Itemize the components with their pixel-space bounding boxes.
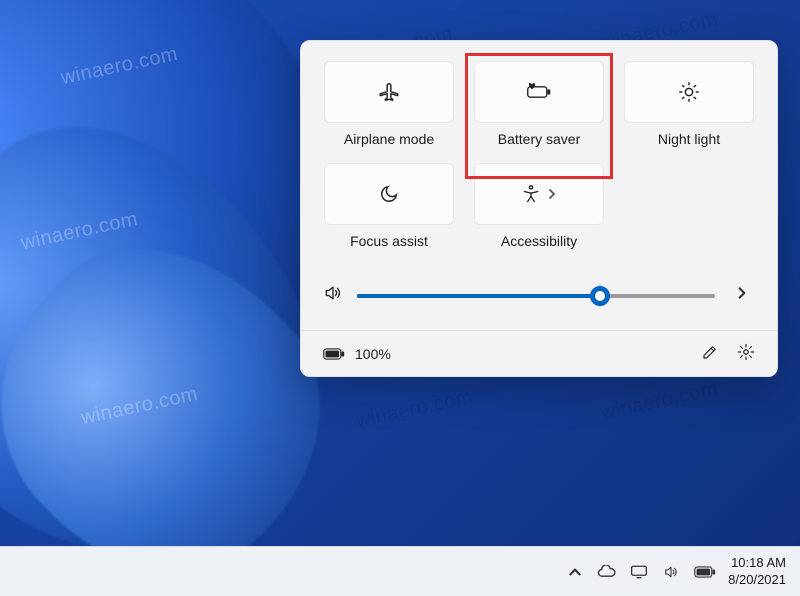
night-light-toggle[interactable]	[624, 61, 754, 123]
pencil-icon	[701, 343, 719, 361]
airplane-mode-toggle[interactable]	[324, 61, 454, 123]
volume-flyout-button[interactable]	[729, 286, 755, 305]
cloud-icon	[596, 565, 616, 579]
watermark: winaero.com	[599, 378, 720, 425]
volume-slider[interactable]	[357, 286, 715, 306]
monitor-icon	[630, 564, 648, 580]
battery-tray-icon[interactable]	[694, 565, 716, 579]
clock-time: 10:18 AM	[728, 555, 786, 571]
onedrive-tray-icon[interactable]	[596, 565, 616, 579]
chevron-up-icon	[568, 565, 582, 579]
airplane-icon	[378, 81, 400, 103]
speaker-icon[interactable]	[323, 283, 343, 308]
chevron-right-icon	[547, 188, 557, 200]
system-tray	[568, 564, 716, 580]
tile-label: Night light	[658, 131, 720, 147]
volume-tray-icon[interactable]	[662, 564, 680, 580]
edit-quick-settings-button[interactable]	[701, 343, 719, 364]
tile-night-light: Night light	[623, 61, 755, 147]
focus-assist-toggle[interactable]	[324, 163, 454, 225]
quick-settings-grid: Airplane mode Battery saver	[323, 61, 755, 249]
slider-fill	[357, 294, 600, 298]
tile-label: Accessibility	[501, 233, 577, 249]
focus-assist-icon	[378, 183, 400, 205]
battery-icon	[323, 347, 345, 361]
tile-focus-assist: Focus assist	[323, 163, 455, 249]
taskbar: 10:18 AM 8/20/2021	[0, 546, 800, 596]
quick-settings-panel: Airplane mode Battery saver	[300, 40, 778, 377]
tile-airplane-mode: Airplane mode	[323, 61, 455, 147]
slider-thumb[interactable]	[590, 286, 610, 306]
open-settings-button[interactable]	[737, 343, 755, 364]
tile-battery-saver: Battery saver	[473, 61, 605, 147]
speaker-icon	[662, 564, 680, 580]
battery-saver-icon	[526, 82, 552, 102]
battery-percent: 100%	[355, 346, 391, 362]
watermark: winaero.com	[354, 386, 475, 433]
volume-row	[323, 283, 755, 308]
tile-label: Focus assist	[350, 233, 428, 249]
tile-label: Battery saver	[498, 131, 580, 147]
quick-settings-footer: 100%	[301, 330, 777, 376]
battery-status[interactable]: 100%	[323, 346, 391, 362]
battery-icon	[694, 565, 716, 579]
tile-label: Airplane mode	[344, 131, 434, 147]
accessibility-icon	[521, 184, 541, 204]
tray-overflow-button[interactable]	[568, 565, 582, 579]
tile-accessibility: Accessibility	[473, 163, 605, 249]
network-tray-icon[interactable]	[630, 564, 648, 580]
accessibility-toggle[interactable]	[474, 163, 604, 225]
clock-date: 8/20/2021	[728, 572, 786, 588]
battery-saver-toggle[interactable]	[474, 61, 604, 123]
taskbar-clock[interactable]: 10:18 AM 8/20/2021	[728, 555, 786, 588]
gear-icon	[737, 343, 755, 361]
night-light-icon	[678, 81, 700, 103]
chevron-right-icon	[736, 286, 748, 300]
